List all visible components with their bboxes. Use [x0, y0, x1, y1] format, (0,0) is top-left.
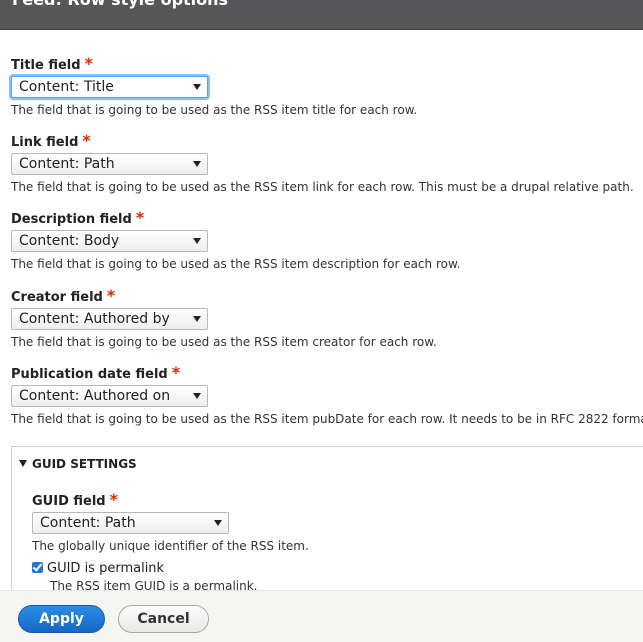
- link-field-select[interactable]: Content: Path: [11, 153, 208, 175]
- creator-field-description: The field that is going to be used as th…: [11, 335, 437, 349]
- guid-field-select[interactable]: Content: Path: [32, 512, 229, 534]
- creator-field-group: Creator field * Content: Authored by The …: [11, 287, 643, 350]
- title-field-group: Title field * Content: Title The field th…: [11, 55, 643, 118]
- title-field-select[interactable]: Content: Title: [11, 76, 208, 98]
- link-field-label: Link field *: [11, 131, 91, 151]
- guid-field-group: GUID field * Content: Path The globally u…: [32, 491, 309, 554]
- cancel-button[interactable]: Cancel: [118, 605, 209, 633]
- row-style-options-dialog: Feed: Row style options Title field* Con…: [0, 0, 643, 642]
- guid-permalink-description: The RSS item GUID is a permalink.: [50, 579, 258, 590]
- title-field-description: The field that is going to be used as th…: [11, 103, 418, 117]
- dialog-titlebar: Feed: Row style options: [0, 0, 643, 30]
- pubdate-field-value: Content: Authored on: [19, 388, 171, 404]
- required-marker: *: [135, 208, 145, 227]
- dialog-title: Feed: Row style options: [12, 0, 228, 9]
- guid-settings-legend: GUID SETTINGS: [32, 457, 137, 471]
- link-field-description: The field that is going to be used as th…: [11, 180, 634, 194]
- guid-permalink-row: GUID is permalink The RSS item GUID is a…: [32, 557, 258, 590]
- chevron-down-icon: [193, 316, 201, 322]
- chevron-down-icon: [193, 393, 201, 399]
- chevron-down-icon: [193, 84, 201, 90]
- required-marker: *: [82, 131, 91, 150]
- pubdate-field-label: Publication date field *: [11, 363, 181, 383]
- required-marker: *: [109, 490, 118, 509]
- apply-button[interactable]: Apply: [18, 605, 105, 633]
- guid-permalink-checkbox[interactable]: [32, 562, 43, 573]
- description-field-value: Content: Body: [19, 233, 120, 249]
- pubdate-field-select[interactable]: Content: Authored on: [11, 385, 208, 407]
- pubdate-field-description: The field that is going to be used as th…: [11, 412, 643, 426]
- dialog-button-bar: Apply Cancel: [0, 590, 643, 642]
- description-field-group: Description field * Content: Body The fie…: [11, 209, 643, 272]
- required-marker: *: [84, 54, 93, 73]
- guid-settings-fieldset: GUID SETTINGS GUID field * Content: Path …: [11, 446, 643, 590]
- description-field-select[interactable]: Content: Body: [11, 230, 208, 252]
- required-marker: *: [171, 363, 181, 382]
- guid-field-label: GUID field *: [32, 490, 118, 510]
- title-field-value: Content: Title: [19, 79, 114, 95]
- guid-settings-toggle[interactable]: GUID SETTINGS: [19, 455, 137, 473]
- chevron-down-icon: [193, 238, 201, 244]
- triangle-down-icon: [19, 460, 27, 467]
- chevron-down-icon: [193, 161, 201, 167]
- pubdate-field-group: Publication date field * Content: Authore…: [11, 364, 643, 427]
- title-field-label: Title field *: [11, 54, 93, 74]
- creator-field-label: Creator field *: [11, 286, 116, 306]
- link-field-value: Content: Path: [19, 156, 115, 172]
- creator-field-select[interactable]: Content: Authored by: [11, 308, 208, 330]
- description-field-label: Description field *: [11, 208, 145, 228]
- description-field-description: The field that is going to be used as th…: [11, 257, 461, 271]
- guid-field-value: Content: Path: [40, 515, 136, 531]
- link-field-group: Link field * Content: Path The field that…: [11, 132, 643, 195]
- dialog-content: Title field * Content: Title The field th…: [0, 30, 643, 590]
- required-marker: *: [106, 286, 116, 305]
- guid-permalink-label[interactable]: GUID is permalink: [47, 561, 164, 576]
- guid-field-description: The globally unique identifier of the RS…: [32, 539, 309, 553]
- chevron-down-icon: [214, 520, 222, 526]
- creator-field-value: Content: Authored by: [19, 311, 170, 327]
